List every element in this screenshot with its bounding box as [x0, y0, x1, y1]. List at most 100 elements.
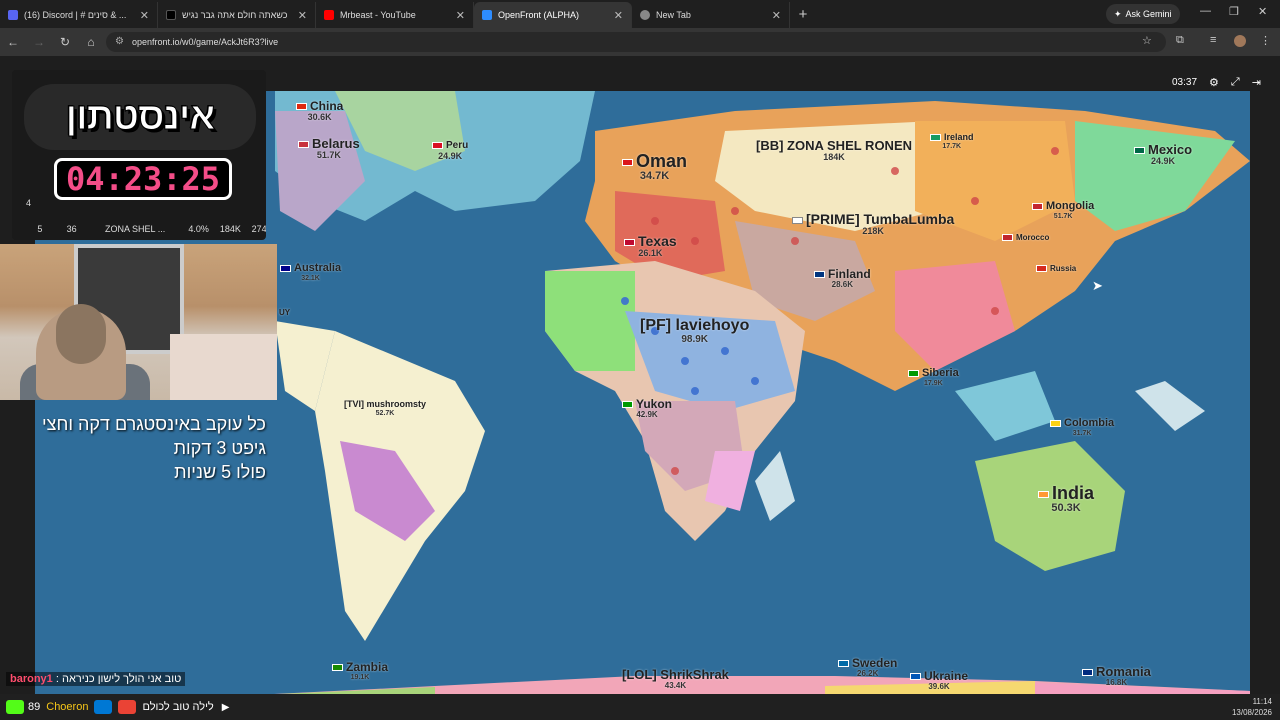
player-name: [BB] ZONA SHEL RONEN — [756, 138, 912, 153]
player-troops: 16.8K — [1105, 678, 1128, 687]
player-name: [PRIME] TumbaLumba — [806, 211, 955, 227]
openfront-icon — [482, 10, 492, 20]
promo-line: כל עוקב באינסטגרם דקה וחצי — [41, 414, 266, 434]
row-name: ZONA SHEL ... — [105, 224, 166, 234]
close-icon[interactable]: ✕ — [614, 9, 623, 22]
close-icon[interactable]: ✕ — [140, 9, 149, 22]
play-icon[interactable]: ▶ — [222, 702, 230, 713]
player-label[interactable]: Oman 34.7K — [622, 152, 687, 182]
tab-openfront[interactable]: OpenFront (ALPHA) ✕ — [474, 2, 632, 28]
player-name: Mexico — [1148, 142, 1193, 157]
player-label[interactable]: Peru 24.9K — [432, 141, 468, 161]
minimize-icon[interactable]: — — [1200, 5, 1211, 17]
forward-icon[interactable]: → — [26, 35, 52, 49]
player-label[interactable]: Colombia 31.7K — [1050, 418, 1114, 437]
player-label[interactable]: China 30.6K — [296, 100, 343, 122]
tab-new-tab[interactable]: New Tab ✕ — [632, 2, 790, 28]
flag-icon — [1038, 490, 1049, 498]
ask-gemini-button[interactable]: ✦ Ask Gemini — [1106, 4, 1180, 24]
player-label[interactable]: Mexico 24.9K — [1134, 143, 1192, 166]
player-label[interactable]: Romania 16.8K — [1082, 665, 1151, 687]
promo-line: גיפט 3 דקות — [173, 438, 266, 458]
player-troops: 26.1K — [638, 248, 663, 258]
site-info-icon[interactable]: ⚙ — [115, 36, 124, 47]
flag-icon — [280, 264, 291, 272]
player-label[interactable]: Zambia 19.1K — [332, 661, 388, 681]
clock-date: 13/08/2026 — [1231, 708, 1272, 717]
player-label[interactable]: Belarus 51.7K — [298, 137, 360, 160]
player-label[interactable]: Ukraine 39.6K — [910, 670, 968, 691]
tab-youtube[interactable]: Mrbeast - YouTube ✕ — [316, 2, 474, 28]
player-label[interactable]: [PF] laviehoyo 98.9K — [640, 318, 749, 345]
mouse-cursor-icon: ➤ — [1092, 278, 1103, 293]
settings-icon[interactable]: ⚙ — [1209, 76, 1219, 89]
game-hud: 03:37 ⚙ ⤢ ⇥ — [1172, 76, 1261, 89]
tab-title: New Tab — [656, 10, 691, 20]
player-label[interactable]: Sweden 26.2K — [838, 657, 897, 678]
tab-tiktok[interactable]: כשאתה חולם אתה גבר נגיש ✕ — [158, 2, 316, 28]
kick-icon[interactable] — [6, 700, 24, 714]
exit-icon[interactable]: ⇥ — [1252, 76, 1261, 89]
taskbar: 89 Choeron לילה טוב לכולם ▶ — [0, 694, 1280, 720]
viewer-count: 89 — [28, 701, 41, 713]
player-label[interactable]: UY — [279, 309, 290, 317]
tab-title: Mrbeast - YouTube — [340, 10, 416, 20]
tab-discord[interactable]: (16) Discord | # סינים & ... ✕ — [0, 2, 158, 28]
close-icon[interactable]: ✕ — [298, 9, 307, 22]
chrome-icon[interactable] — [118, 700, 137, 714]
player-label[interactable]: Ireland 17.7K — [930, 133, 974, 150]
home-icon[interactable]: ⌂ — [78, 35, 104, 49]
profile-avatar[interactable] — [1234, 35, 1246, 47]
restore-icon[interactable]: ❐ — [1229, 5, 1239, 18]
player-label[interactable]: Mongolia 51.7K — [1032, 201, 1094, 220]
app-icon[interactable] — [94, 700, 113, 714]
player-label[interactable]: Texas 26.1K — [624, 234, 677, 258]
back-icon[interactable]: ← — [0, 35, 26, 49]
address-bar[interactable]: ⚙ openfront.io/w0/game/AckJt6R3?live — [106, 32, 1166, 52]
player-label[interactable]: [TVI] mushroomsty 52.7K — [344, 400, 426, 418]
player-label[interactable]: Russia — [1036, 265, 1076, 273]
player-name: Australia — [294, 262, 342, 274]
close-window-icon[interactable]: ✕ — [1258, 5, 1267, 18]
player-label[interactable]: Yukon 42.9K — [622, 398, 672, 419]
menu-icon[interactable]: ⋮ — [1260, 34, 1271, 47]
player-label[interactable]: [PRIME] TumbaLumba 218K — [792, 212, 954, 236]
player-label[interactable]: Morocco — [1002, 234, 1049, 242]
media-icon[interactable]: ≡ — [1210, 34, 1216, 46]
gemini-icon: ✦ — [1114, 8, 1122, 19]
row-cell: 4.0% — [188, 224, 209, 234]
new-tab-button[interactable]: + — [790, 6, 816, 23]
system-clock[interactable]: 11:14 13/08/2026 — [1232, 696, 1272, 718]
taskbar-user: Choeron — [46, 701, 89, 713]
player-label[interactable]: [BB] ZONA SHEL RONEN 184K — [756, 139, 912, 162]
chat-text: טוב אני הולך לישון כניראה — [61, 673, 182, 685]
player-label[interactable]: Finland 28.6K — [814, 268, 871, 289]
webcam-bed — [170, 334, 277, 400]
player-name: UY — [279, 308, 291, 317]
player-label[interactable]: Australia 32.1K — [280, 263, 341, 282]
leaderboard-row: 5 36 ZONA SHEL ... 4.0% 184K 274K — [24, 219, 266, 239]
fullscreen-icon[interactable]: ⤢ — [1231, 76, 1240, 89]
extensions-icon[interactable]: ⧉ — [1176, 34, 1184, 47]
player-label[interactable]: Siberia 17.9K — [908, 368, 959, 387]
instathon-logo: אינסטתון — [24, 84, 256, 150]
reload-icon[interactable]: ↻ — [52, 35, 78, 49]
player-troops: 26.2K — [857, 669, 879, 678]
player-name: Texas — [638, 233, 677, 249]
player-name: China — [310, 99, 344, 113]
flag-icon — [624, 238, 635, 246]
flag-icon — [910, 673, 921, 681]
player-troops: 24.9K — [438, 151, 463, 161]
player-label[interactable]: [LOL] ShrikShrak 43.4K — [622, 668, 729, 690]
player-name: Mongolia — [1046, 200, 1095, 212]
player-label[interactable]: India 50.3K — [1038, 484, 1094, 514]
player-troops: 51.7K — [316, 150, 341, 160]
player-troops: 43.4K — [664, 681, 687, 690]
flag-icon — [298, 141, 309, 149]
close-icon[interactable]: ✕ — [456, 9, 465, 22]
bookmark-star-icon[interactable]: ☆ — [1142, 34, 1152, 47]
flag-icon — [1050, 419, 1061, 427]
player-name: Ukraine — [924, 669, 969, 683]
close-icon[interactable]: ✕ — [772, 9, 781, 22]
player-name: Romania — [1096, 664, 1151, 679]
